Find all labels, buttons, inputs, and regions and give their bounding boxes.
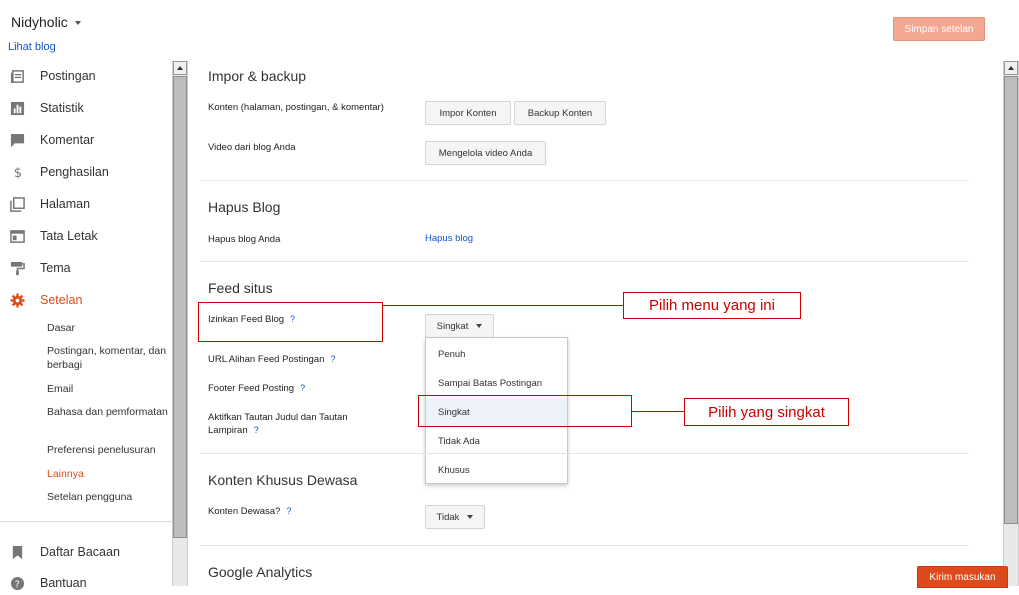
sidebar-item-label: Halaman xyxy=(40,197,91,211)
settings-subitem-basic[interactable]: Dasar xyxy=(47,321,172,335)
section-divider xyxy=(200,180,969,181)
title-links-label: Aktifkan Tautan Judul dan Tautan Lampira… xyxy=(208,411,388,437)
annotation-connector-line xyxy=(383,305,623,306)
blog-name[interactable]: Nidyholic xyxy=(11,14,68,30)
chevron-down-icon xyxy=(467,515,474,519)
dollar-icon: $ xyxy=(14,166,22,180)
layout-icon xyxy=(10,229,25,243)
sidebar-item-label: Tema xyxy=(40,261,71,275)
svg-text:?: ? xyxy=(15,579,20,590)
sidebar-item-label: Penghasilan xyxy=(40,165,109,179)
content-label: Konten (halaman, postingan, & komentar) xyxy=(208,102,384,113)
sidebar-item-label: Komentar xyxy=(40,133,95,147)
svg-text:$: $ xyxy=(14,166,22,180)
sidebar-item-settings[interactable]: Setelan xyxy=(0,288,172,312)
delete-blog-link[interactable]: Hapus blog xyxy=(425,233,473,244)
annotation-choose-menu: Pilih menu yang ini xyxy=(623,292,801,319)
sidebar-item-label: Postingan xyxy=(40,69,96,83)
settings-subitem-email[interactable]: Email xyxy=(47,382,172,396)
adult-content-label: Konten Dewasa?? xyxy=(208,505,291,518)
annotation-highlight-short-option xyxy=(418,395,632,427)
sidebar-item-help[interactable]: ? Bantuan xyxy=(0,571,172,595)
settings-subitem-posts-comments-sharing[interactable]: Postingan, komentar, dan berbagi xyxy=(47,344,172,372)
feed-footer-label: Footer Feed Posting? xyxy=(208,382,305,395)
sidebar-item-pages[interactable]: Halaman xyxy=(0,192,172,216)
section-title-google-analytics: Google Analytics xyxy=(208,564,313,580)
import-content-button[interactable]: Impor Konten xyxy=(425,101,511,125)
feed-option-none[interactable]: Tidak Ada xyxy=(426,427,567,456)
sidebar-scroll-thumb[interactable] xyxy=(173,76,187,538)
redirect-url-label: URL Alihan Feed Postingan? xyxy=(208,353,335,366)
annotation-connector-line xyxy=(632,411,684,412)
main-scroll-up-button[interactable] xyxy=(1004,61,1018,75)
sidebar-item-label: Daftar Bacaan xyxy=(40,545,120,559)
help-icon[interactable]: ? xyxy=(254,425,259,435)
allow-feed-dropdown-value: Singkat xyxy=(436,320,469,332)
main-scroll-thumb[interactable] xyxy=(1004,76,1018,524)
video-label: Video dari blog Anda xyxy=(208,142,296,153)
redirect-url-label-text: URL Alihan Feed Postingan xyxy=(208,354,325,365)
annotation-choose-short: Pilih yang singkat xyxy=(684,398,849,426)
backup-content-button[interactable]: Backup Konten xyxy=(514,101,606,125)
adult-content-dropdown-value: Tidak xyxy=(436,511,460,523)
feed-option-full[interactable]: Penuh xyxy=(426,340,567,369)
title-links-label-text: Aktifkan Tautan Judul dan Tautan Lampira… xyxy=(208,412,348,436)
delete-blog-label: Hapus blog Anda xyxy=(208,234,281,245)
section-divider xyxy=(200,453,969,454)
sidebar-item-theme[interactable]: Tema xyxy=(0,256,172,280)
section-title-import-backup: Impor & backup xyxy=(208,68,307,84)
sidebar-scroll-up-button[interactable] xyxy=(173,61,187,75)
annotation-highlight-allow-feed xyxy=(198,302,383,342)
settings-subitem-search-preferences[interactable]: Preferensi penelusuran xyxy=(47,443,172,457)
pages-icon xyxy=(10,196,25,212)
section-divider xyxy=(200,545,969,546)
bookmark-icon xyxy=(12,545,23,559)
manage-videos-button[interactable]: Mengelola video Anda xyxy=(425,141,546,165)
sidebar-item-posts[interactable]: Postingan xyxy=(0,64,172,88)
save-settings-button[interactable]: Simpan setelan xyxy=(893,17,985,41)
section-title-adult-content: Konten Khusus Dewasa xyxy=(208,472,358,488)
section-divider xyxy=(200,261,969,262)
sidebar-item-label: Tata Letak xyxy=(40,229,98,243)
sidebar-divider xyxy=(0,521,172,522)
help-icon[interactable]: ? xyxy=(330,354,335,364)
sidebar-item-reading-list[interactable]: Daftar Bacaan xyxy=(0,540,172,564)
feed-option-custom[interactable]: Khusus xyxy=(426,456,567,485)
feed-footer-label-text: Footer Feed Posting xyxy=(208,383,295,394)
help-icon[interactable]: ? xyxy=(300,383,305,393)
sidebar-item-comments[interactable]: Komentar xyxy=(0,128,172,152)
adult-content-label-text: Konten Dewasa? xyxy=(208,506,281,517)
blog-switcher-chevron-icon[interactable] xyxy=(75,21,81,25)
comment-icon xyxy=(10,133,25,147)
posts-icon xyxy=(10,69,24,83)
sidebar-item-label: Setelan xyxy=(40,293,83,307)
allow-feed-dropdown[interactable]: Singkat xyxy=(425,314,494,338)
feed-option-until-jump-break[interactable]: Sampai Batas Postingan xyxy=(426,369,567,398)
chevron-down-icon xyxy=(476,324,483,328)
send-feedback-button[interactable]: Kirim masukan xyxy=(917,566,1008,588)
sidebar-item-label: Bantuan xyxy=(40,576,87,590)
adult-content-dropdown[interactable]: Tidak xyxy=(425,505,485,529)
settings-subitem-other[interactable]: Lainnya xyxy=(47,467,172,481)
sidebar-item-earnings[interactable]: $ Penghasilan xyxy=(0,160,172,184)
help-icon[interactable]: ? xyxy=(286,506,291,516)
gear-icon xyxy=(10,292,25,308)
view-blog-link[interactable]: Lihat blog xyxy=(8,41,56,53)
help-icon: ? xyxy=(10,576,25,590)
stats-icon xyxy=(10,101,25,115)
settings-subitem-user-settings[interactable]: Setelan pengguna xyxy=(47,490,172,504)
sidebar-item-stats[interactable]: Statistik xyxy=(0,96,172,120)
sidebar-item-layout[interactable]: Tata Letak xyxy=(0,224,172,248)
sidebar-item-label: Statistik xyxy=(40,101,84,115)
section-title-delete-blog: Hapus Blog xyxy=(208,199,281,215)
settings-subitem-language-formatting[interactable]: Bahasa dan pemformatan xyxy=(47,405,172,419)
paint-roller-icon xyxy=(10,261,25,275)
section-title-site-feed: Feed situs xyxy=(208,280,273,296)
